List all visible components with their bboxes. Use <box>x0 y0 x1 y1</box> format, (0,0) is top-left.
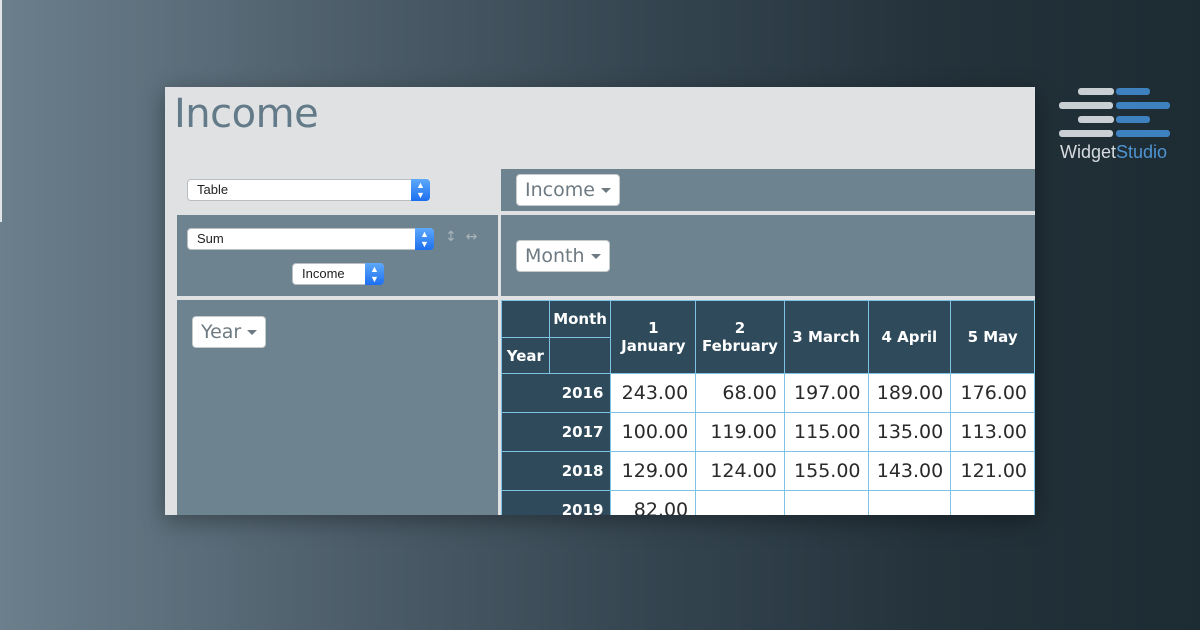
col-header[interactable]: 5 May <box>950 300 1035 374</box>
aggregator-field-value: Income <box>302 266 345 281</box>
logo-bar <box>1078 88 1114 95</box>
row-sort-icon[interactable]: ↕ <box>445 229 457 245</box>
field-pill-label: Month <box>525 245 585 267</box>
col-header-line: January <box>621 337 686 355</box>
pivot-table: Month 1 January 2 February 3 March 4 April… <box>500 300 1035 515</box>
select-stepper-icon: ▲ ▼ <box>411 179 430 201</box>
caret-down-icon <box>600 188 611 193</box>
row-header[interactable]: 2016 <box>500 373 612 413</box>
logo-bar <box>1116 116 1150 123</box>
aggregator-select[interactable]: Sum ▲ ▼ <box>187 228 434 250</box>
row-axis-spacer <box>548 337 612 374</box>
col-header[interactable]: 2 February <box>695 300 785 374</box>
select-stepper-icon: ▲ ▼ <box>365 263 384 285</box>
table-row: 2016 243.00 68.00 197.00 189.00 176.00 <box>500 373 1035 413</box>
logo-bar <box>1116 88 1150 95</box>
field-pill-month[interactable]: Month <box>516 240 610 272</box>
row-header[interactable]: 2017 <box>500 412 612 452</box>
col-header[interactable]: 4 April <box>867 300 952 374</box>
col-axis-label: Month <box>548 300 612 338</box>
row-axis-label: Year <box>501 337 550 374</box>
unused-fields-area: Income <box>501 169 1035 211</box>
logo-word-widget: Widget <box>1060 142 1117 162</box>
caret-down-icon <box>590 254 601 259</box>
col-header-line: 3 March <box>792 328 860 346</box>
field-pill-income[interactable]: Income <box>516 174 620 206</box>
table-cell: 176.00 <box>950 373 1035 413</box>
renderer-select[interactable]: Table ▲ ▼ <box>187 179 430 201</box>
table-cell: 121.00 <box>950 451 1035 491</box>
sort-order-controls: ↕ ↔ <box>445 229 477 245</box>
aggregator-select-value: Sum <box>197 231 224 246</box>
table-cell: 155.00 <box>783 451 869 491</box>
table-cell: 189.00 <box>867 373 952 413</box>
table-cell: 135.00 <box>867 412 952 452</box>
table-cell: 100.00 <box>610 412 697 452</box>
table-cell: 115.00 <box>783 412 869 452</box>
field-pill-label: Year <box>201 321 242 343</box>
caret-down-icon <box>247 330 258 335</box>
row-header[interactable]: 2019 <box>500 490 612 515</box>
table-cell <box>950 490 1035 515</box>
widgetstudio-logo: WidgetStudio <box>1056 86 1176 166</box>
table-cell <box>695 490 785 515</box>
logo-bar <box>1059 130 1113 137</box>
table-cell: 124.00 <box>695 451 785 491</box>
renderer-select-value: Table <box>197 182 229 197</box>
table-cell: 129.00 <box>610 451 697 491</box>
col-header-line: 4 April <box>881 328 938 346</box>
table-cell: 197.00 <box>783 373 869 413</box>
field-pill-label: Income <box>525 179 595 201</box>
col-header-line: 1 <box>648 319 659 337</box>
col-header[interactable]: 3 March <box>783 300 869 374</box>
logo-bar <box>1078 116 1114 123</box>
logo-bar <box>1116 102 1170 109</box>
table-row: 2018 129.00 124.00 155.00 143.00 121.00 <box>500 451 1035 491</box>
logo-bar <box>1059 102 1113 109</box>
table-cell: 68.00 <box>695 373 785 413</box>
col-header-line: 5 May <box>967 328 1018 346</box>
row-fields-area: Year <box>177 300 498 515</box>
table-cell: 113.00 <box>950 412 1035 452</box>
column-fields-area: Month <box>501 215 1035 296</box>
field-pill-year[interactable]: Year <box>192 316 267 348</box>
logo-word-studio: Studio <box>1116 142 1168 162</box>
aggregator-panel: Sum ▲ ▼ Income ▲ ▼ <box>177 215 498 296</box>
select-stepper-icon: ▲ ▼ <box>415 228 434 250</box>
left-edge-line <box>0 0 2 222</box>
table-cell: 119.00 <box>695 412 785 452</box>
table-cell: 143.00 <box>867 451 952 491</box>
table-cell <box>783 490 869 515</box>
pivot-window: Income Table ▲ ▼ Income Sum ▲ ▼ Income ▲ ▼ … <box>165 87 1035 515</box>
page-title: Income <box>174 91 319 137</box>
logo-bar <box>1116 130 1170 137</box>
row-header[interactable]: 2018 <box>500 451 612 491</box>
col-sort-icon[interactable]: ↔ <box>466 229 478 245</box>
col-header[interactable]: 1 January <box>610 300 697 374</box>
table-cell: 82.00 <box>610 490 697 515</box>
table-cell: 243.00 <box>610 373 697 413</box>
col-header-line: 2 <box>734 319 746 337</box>
table-cell <box>867 490 952 515</box>
logo-wordmark: WidgetStudio <box>1060 142 1167 163</box>
table-row: 2017 100.00 119.00 115.00 135.00 113.00 <box>500 412 1035 452</box>
table-row: 2019 82.00 <box>500 490 1035 515</box>
corner-cell <box>501 300 550 338</box>
col-header-line: February <box>702 337 778 355</box>
aggregator-field-select[interactable]: Income ▲ ▼ <box>292 263 384 285</box>
